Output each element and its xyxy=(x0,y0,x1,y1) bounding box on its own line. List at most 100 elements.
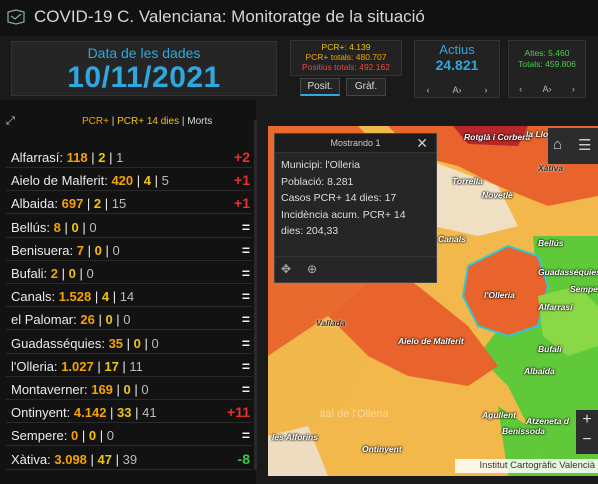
municipality-name: Montaverner: xyxy=(11,382,88,397)
pcr-value: 35 xyxy=(108,335,124,351)
map-label: Benissoda xyxy=(502,426,545,436)
list-item-text: Guadasséquies: 35 | 0 | 0 xyxy=(11,335,159,351)
tab-positius[interactable]: Posit. xyxy=(300,78,340,96)
list-item[interactable]: Bufali: 2 | 0 | 0 = xyxy=(6,263,252,284)
deaths-value: 1 xyxy=(116,150,124,165)
deaths-value: 0 xyxy=(86,266,94,281)
municipality-name: Albaida: xyxy=(11,196,58,212)
delta-badge: +1 xyxy=(234,195,250,212)
list-item-text: Sempere: 0 | 0 | 0 xyxy=(11,428,114,444)
municipality-name: Bellús: xyxy=(11,219,51,235)
list-item[interactable]: Bellús: 8 | 0 | 0 = xyxy=(6,217,252,238)
prev-icon[interactable]: ‹ xyxy=(427,85,430,95)
deaths-value: 5 xyxy=(161,173,169,189)
municipality-name: Bufali: xyxy=(11,266,48,281)
deaths-value: 0 xyxy=(123,312,131,328)
deaths-value: 0 xyxy=(106,428,114,444)
map-label: les Alforins xyxy=(272,432,318,442)
prev-icon[interactable]: ‹ xyxy=(519,84,522,95)
popup-incidence-label: Incidència acum. PCR+ 14 xyxy=(281,208,406,221)
map-label: Ontinyent xyxy=(362,444,402,454)
map-label: Rotglà i Corberà xyxy=(464,132,531,142)
deaths-value: 41 xyxy=(142,405,157,421)
list-icon[interactable]: ☰ xyxy=(578,136,591,154)
pcr-value: 420 xyxy=(111,173,134,189)
actius-label: Actius xyxy=(439,42,475,57)
delta-badge: = xyxy=(241,311,250,328)
municipality-name: Benisuera: xyxy=(11,242,74,258)
pcr14-value: 0 xyxy=(105,312,113,328)
zoom-to-icon[interactable]: ⊕ xyxy=(307,262,317,276)
altes-pager[interactable]: ‹ A› › xyxy=(509,84,585,95)
map-label: Xàtiva xyxy=(538,163,564,173)
map-label: Canals xyxy=(438,234,466,244)
municipality-name: Xàtiva: xyxy=(11,451,51,467)
deaths-value: 0 xyxy=(141,382,149,397)
map-label: Vallada xyxy=(316,318,346,328)
expand-icon[interactable]: ⤢ xyxy=(6,115,15,128)
municipality-name: l'Olleria: xyxy=(11,358,58,374)
pager-label: A› xyxy=(452,85,462,95)
zoom-in-button[interactable]: + xyxy=(576,410,598,430)
popup-title: Mostrando 1 xyxy=(330,138,381,148)
delta-badge: = xyxy=(241,357,250,374)
list-item[interactable]: Albaida: 697 | 2 | 15 +1 xyxy=(6,193,252,215)
delta-badge: +2 xyxy=(234,149,250,165)
pcr14-value: 33 xyxy=(117,405,132,421)
altes-today: Altes: 5.460 xyxy=(524,48,570,58)
next-icon[interactable]: › xyxy=(485,85,488,95)
pcr-value: 26 xyxy=(80,312,95,328)
pcr-value: 2 xyxy=(50,266,58,281)
pcr14-value: 4 xyxy=(143,173,151,189)
list-item[interactable]: Aielo de Malferit: 420 | 4 | 5 +1 xyxy=(6,170,252,192)
list-item-text: l'Olleria: 1.027 | 17 | 11 xyxy=(11,358,143,374)
date-value: 10/11/2021 xyxy=(67,61,221,94)
list-item[interactable]: el Palomar: 26 | 0 | 0 = xyxy=(6,309,252,331)
menu-icon[interactable] xyxy=(6,8,26,26)
pcr-value: 8 xyxy=(53,219,61,235)
home-icon[interactable]: ⌂ xyxy=(553,136,562,153)
list-scrollbar[interactable] xyxy=(254,120,257,470)
municipality-name: Canals: xyxy=(11,289,56,305)
pcr-summary-panel: PCR+: 4.139 PCR+ totals: 480.707 Positiu… xyxy=(290,40,402,76)
pcr14-value: 0 xyxy=(71,219,79,235)
date-panel: Data de les dades 10/11/2021 xyxy=(11,41,277,96)
map-label: Atzeneta d xyxy=(526,416,569,426)
map-label: Agullent xyxy=(482,410,516,420)
tab-grafic[interactable]: Gràf. xyxy=(346,78,386,96)
pcr14-value: 0 xyxy=(88,428,97,444)
list-item[interactable]: Benisuera: 7 | 0 | 0 = xyxy=(6,240,252,261)
actius-panel: Actius 24.821 ‹ A› › xyxy=(414,40,500,98)
move-icon[interactable]: ✥ xyxy=(281,262,291,276)
list-item[interactable]: Alfarrasí: 118 | 2 | 1 +2 xyxy=(6,147,252,168)
list-item[interactable]: Xàtiva: 3.098 | 47 | 39 -8 xyxy=(6,449,252,470)
municipality-name: Aielo de Malferit: xyxy=(11,173,108,189)
map-label: Sempe xyxy=(570,284,598,294)
pager-label: A› xyxy=(542,84,552,94)
list-item[interactable]: Montaverner: 169 | 0 | 0 = xyxy=(6,379,252,400)
list-item-text: Benisuera: 7 | 0 | 0 xyxy=(11,242,120,258)
pcr-value: 169 xyxy=(91,382,113,397)
municipality-list-panel: ⤢ PCR+ | PCR+ 14 dies | Morts Alfarrasí:… xyxy=(0,100,256,484)
municipality-name: Alfarrasí: xyxy=(11,150,64,165)
map-label: Novetlè xyxy=(482,190,513,200)
delta-badge: = xyxy=(241,218,250,235)
list-item[interactable]: Canals: 1.528 | 4 | 14 = xyxy=(6,286,252,308)
pcr-value: 1.027 xyxy=(61,358,94,374)
zoom-out-button[interactable]: − xyxy=(576,430,598,450)
pcr14-value: 0 xyxy=(123,382,131,397)
map-attribution: Institut Cartogràfic Valencià xyxy=(455,459,598,473)
actius-pager[interactable]: ‹ A› › xyxy=(415,85,499,95)
close-icon[interactable]: ✕ xyxy=(416,135,428,152)
feature-popup: Mostrando 1 ✕ Municipi: l'Olleria Poblac… xyxy=(274,133,437,283)
list-item[interactable]: l'Olleria: 1.027 | 17 | 11 = xyxy=(6,356,252,377)
list-header: ⤢ PCR+ | PCR+ 14 dies | Morts xyxy=(6,112,252,132)
list-item[interactable]: Sempere: 0 | 0 | 0 = xyxy=(6,425,252,447)
map-label: Torrella xyxy=(452,176,483,186)
municipality-name: el Palomar: xyxy=(11,312,77,328)
next-icon[interactable]: › xyxy=(572,84,575,95)
list-item-text: Albaida: 697 | 2 | 15 xyxy=(11,196,127,212)
top-bar: COVID-19 C. Valenciana: Monitoratge de l… xyxy=(0,0,598,36)
list-item[interactable]: Ontinyent: 4.142 | 33 | 41 +11 xyxy=(6,402,252,424)
list-item[interactable]: Guadasséquies: 35 | 0 | 0 = xyxy=(6,333,252,354)
